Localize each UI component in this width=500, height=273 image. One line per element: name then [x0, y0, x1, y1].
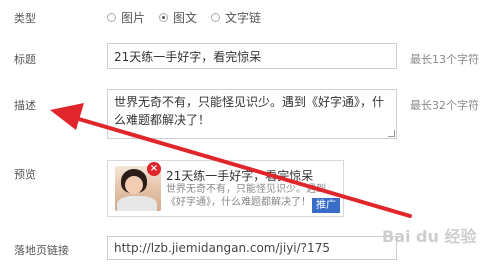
type-option-image-text[interactable]: 图文 — [159, 9, 197, 26]
ad-preview-card: × 21天练一手好字，看完惊呆 世界无奇不有，只能怪见识少。遇到《好字通》，什么… — [107, 160, 344, 217]
preview-title: 21天练一手好字，看完惊呆 — [166, 169, 314, 183]
type-option-label: 图文 — [173, 11, 198, 25]
type-option-label: 图片 — [121, 11, 146, 25]
desc-textarea-value: 世界无奇不有，只能怪见识少。遇到《好字通》，什么难题都解决了！ — [114, 95, 385, 127]
close-icon[interactable]: × — [147, 162, 161, 176]
desc-hint: 最长32个字符 — [410, 99, 479, 112]
desc-textarea[interactable]: 世界无奇不有，只能怪见识少。遇到《好字通》，什么难题都解决了！ — [107, 89, 397, 139]
promo-badge: 推广 — [312, 198, 340, 213]
radio-checked-icon — [159, 13, 169, 22]
radio-icon — [107, 13, 116, 22]
desc-label: 描述 — [14, 99, 36, 112]
title-label: 标题 — [14, 53, 36, 66]
landing-url-input[interactable]: http://lzb.jiemidangan.com/jiyi/?175 — [107, 236, 397, 260]
watermark-logo: Bai du 经验 — [382, 227, 477, 246]
type-option-text-link[interactable]: 文字链 — [211, 9, 261, 26]
link-label: 落地页链接 — [14, 244, 69, 257]
title-input[interactable]: 21天练一手好字，看完惊呆 — [107, 43, 397, 69]
title-hint: 最长13个字符 — [410, 53, 479, 66]
resize-handle-icon[interactable] — [388, 130, 395, 137]
landing-url-value: http://lzb.jiemidangan.com/jiyi/?175 — [114, 241, 330, 255]
title-input-value: 21天练一手好字，看完惊呆 — [114, 49, 262, 64]
type-option-image[interactable]: 图片 — [107, 9, 145, 26]
type-option-label: 文字链 — [225, 11, 262, 25]
type-label: 类型 — [14, 12, 36, 25]
preview-label: 预览 — [14, 168, 36, 181]
radio-icon — [211, 13, 221, 22]
type-radio-group: 图片 图文 文字链 — [107, 9, 261, 26]
